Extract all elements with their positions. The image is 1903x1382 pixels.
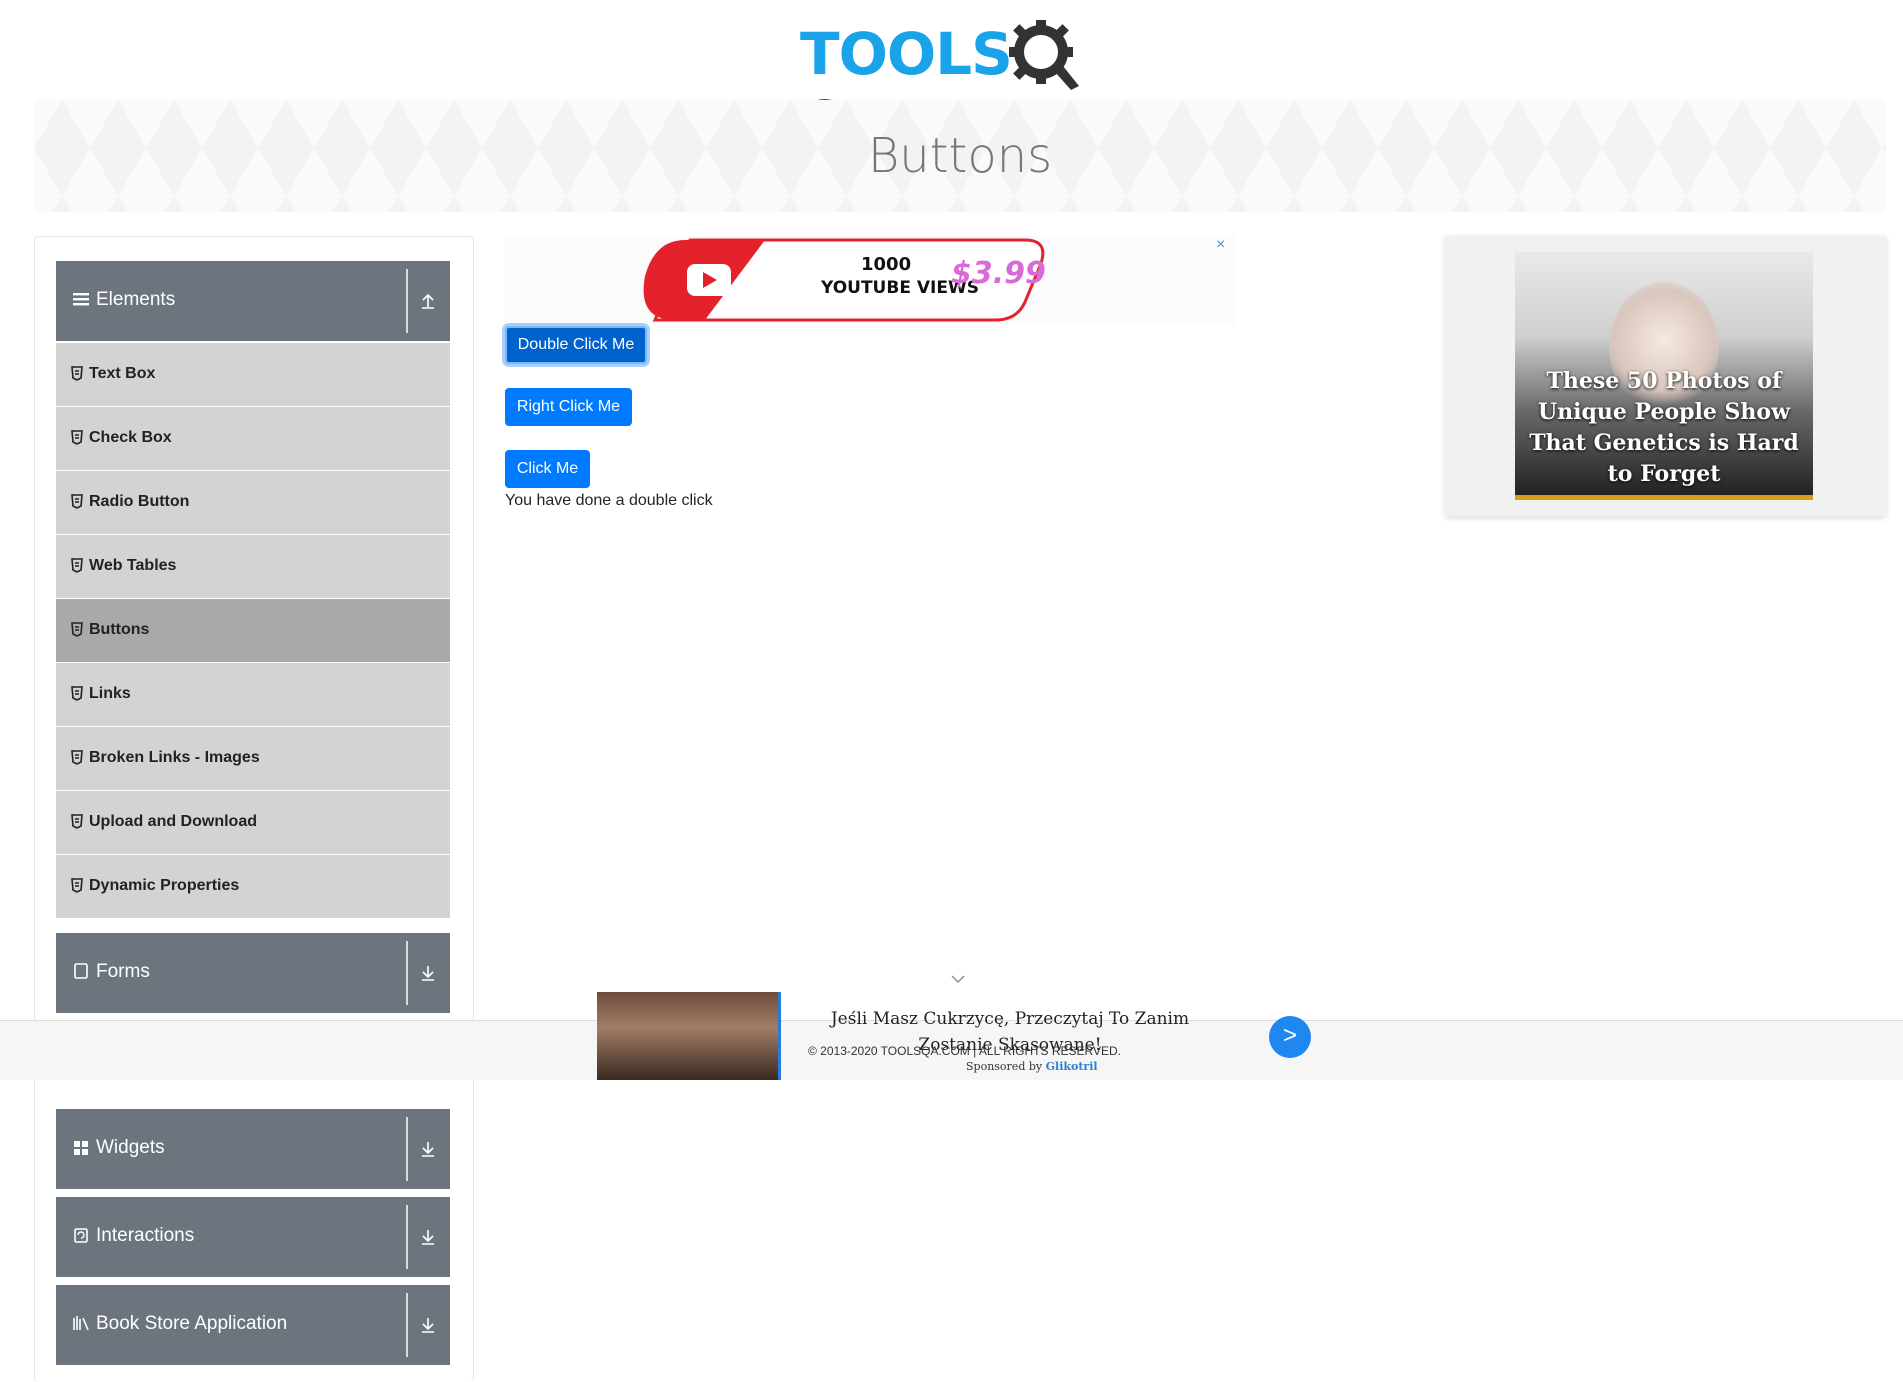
menu-item-label: Check Box [89,429,172,446]
sidebar-group-label: Elements [96,289,176,310]
right-click-button[interactable]: Right Click Me [505,388,632,426]
html5-icon [71,494,83,509]
sidebar-group-widgets[interactable]: Widgets [56,1109,450,1189]
menu-item-label: Links [89,685,131,702]
menu-item-label: Radio Button [89,493,190,510]
ad-headline: These 50 Photos of Unique People Show Th… [1529,368,1799,487]
menu-item-upload-download[interactable]: Upload and Download [56,791,450,855]
menu-item-text-box[interactable]: Text Box [56,343,450,407]
page-banner: Buttons [34,100,1886,212]
menu-item-label: Dynamic Properties [89,877,240,894]
page-title: Buttons [867,128,1053,184]
html5-icon [71,558,83,573]
menu-item-label: Upload and Download [89,813,257,830]
copyright-text: © 2013-2020 TOOLSQA.COM | ALL RIGHTS RES… [808,1044,1121,1058]
double-click-message: You have done a double click [505,492,713,509]
group-divider [406,1205,408,1269]
expand-down-icon[interactable] [418,1227,438,1247]
close-ad-icon[interactable]: × [1216,236,1225,254]
sidebar-group-book-store[interactable]: Book Store Application [56,1285,450,1365]
double-click-button[interactable]: Double Click Me [505,326,647,364]
grid-icon [74,1141,88,1155]
menu-item-label: Buttons [89,621,150,638]
html5-icon [71,878,83,893]
sponsored-by: Sponsored by Glikotril [966,1060,1098,1073]
menu-item-label: Web Tables [89,557,177,574]
sidebar-group-forms[interactable]: Forms [56,933,450,1013]
expand-down-icon[interactable] [418,1315,438,1335]
book-icon [73,1316,89,1331]
group-divider [406,269,408,333]
document-icon [74,963,88,979]
ad-photo: These 50 Photos of Unique People Show Th… [1515,252,1813,500]
expand-down-icon[interactable] [418,1139,438,1159]
logo-tools: TOOLS [800,20,1013,88]
group-divider [406,941,408,1005]
chevron-down-icon[interactable] [950,974,966,984]
sidebar-group-label: Forms [96,961,150,982]
menu-item-radio-button[interactable]: Radio Button [56,471,450,535]
youtube-views-ad[interactable]: 1000 YOUTUBE VIEWS $3.99 [505,236,1235,324]
html5-icon [71,750,83,765]
page: TOOLSQA Buttons Elements [0,0,1903,1382]
expand-down-icon[interactable] [418,963,438,983]
ad-thumbnail [597,992,781,1080]
menu-item-web-tables[interactable]: Web Tables [56,535,450,599]
html5-icon [71,622,83,637]
sponsor-link[interactable]: Glikotril [1046,1060,1098,1073]
menu-item-buttons[interactable]: Buttons [56,599,450,663]
sidebar-group-label: Interactions [96,1225,195,1246]
html5-icon [71,814,83,829]
html5-icon [71,366,83,381]
bottom-sponsored-ad[interactable]: Jeśli Masz Cukrzycę, Przeczytaj To Zanim… [597,992,1313,1080]
sidebar-group-label: Widgets [96,1137,165,1158]
menu-item-links[interactable]: Links [56,663,450,727]
ad-arrow-button[interactable]: > [1269,1016,1311,1058]
click-me-button[interactable]: Click Me [505,450,590,488]
menu-item-dynamic-properties[interactable]: Dynamic Properties [56,855,450,919]
sidebar-ad[interactable]: These 50 Photos of Unique People Show Th… [1445,236,1886,516]
hamburger-icon [73,293,89,306]
sidebar-group-label: Book Store Application [96,1313,288,1334]
sidebar-group-elements[interactable]: Elements [56,261,450,341]
interactions-icon [74,1228,88,1243]
gear-magnifier-icon [1009,20,1079,90]
ad-price: $3.99 [951,256,1046,291]
sidebar: Elements Text Box Check Box Radio Button… [34,236,474,1382]
menu-item-label: Text Box [89,365,156,382]
elements-menu: Text Box Check Box Radio Button Web Tabl… [56,343,450,919]
toolsqa-logo[interactable]: TOOLSQA [800,16,1125,156]
sidebar-group-interactions[interactable]: Interactions [56,1197,450,1277]
group-divider [406,1293,408,1357]
menu-item-broken-links[interactable]: Broken Links - Images [56,727,450,791]
sponsored-prefix: Sponsored by [966,1060,1043,1073]
menu-item-check-box[interactable]: Check Box [56,407,450,471]
collapse-up-icon[interactable] [418,291,438,311]
html5-icon [71,686,83,701]
group-divider [406,1117,408,1181]
html5-icon [71,430,83,445]
menu-item-label: Broken Links - Images [89,749,260,766]
ad-line-1: 1000 [861,254,912,275]
